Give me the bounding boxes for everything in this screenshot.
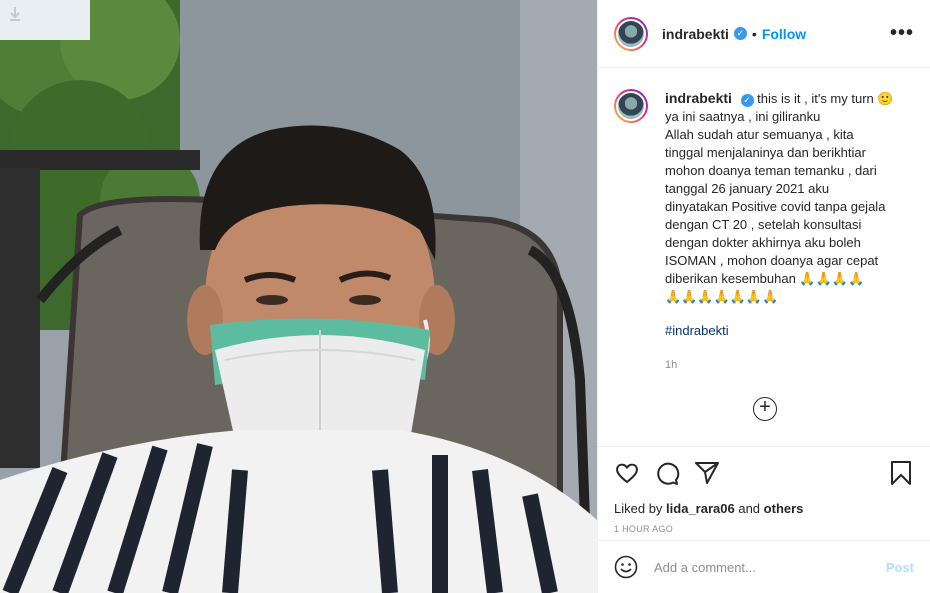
comment-bar: Post [598,540,930,593]
caption-line: tinggal menjalaninya dan berikhtiar [665,145,866,160]
follow-button[interactable]: Follow [762,26,806,42]
hashtag-link[interactable]: #indrabekti [665,322,894,340]
more-options-icon[interactable]: ••• [890,22,914,45]
caption-line: diberikan kesembuhan 🙏🙏🙏🙏 [665,271,865,286]
action-icons-row [614,459,914,487]
actions-section: Liked by lida_rara06 and others 1 HOUR A… [598,446,930,534]
caption-line: Allah sudah atur semuanya , kita [665,127,854,142]
separator-dot: • [751,25,757,42]
paper-plane-icon[interactable] [694,460,720,486]
plus-circle-icon[interactable]: + [753,397,777,421]
caption-line: ya ini saatnya , ini giliranku [665,109,821,124]
author-avatar[interactable] [614,16,648,51]
liked-user-link[interactable]: lida_rara06 [666,501,735,516]
caption-line: dengan dokter akhirnya aku boleh [665,235,861,250]
download-arrow-icon[interactable] [8,6,26,24]
comment-bubble-icon[interactable] [654,460,680,486]
caption-text: indrabekti ✓ this is it , it's my turn 🙂… [665,89,894,374]
caption-line: mohon doanya teman temanku , dari [665,163,877,178]
liked-prefix: Liked by [614,501,663,516]
author-username[interactable]: indrabekti [662,26,729,42]
caption-line: 🙏🙏🙏🙏🙏🙏🙏 [665,289,779,304]
caption-line: this is it , it's my turn 🙂 [757,91,894,106]
smiley-icon[interactable] [614,555,638,579]
liked-others-link[interactable]: others [764,501,804,516]
caption-username[interactable]: indrabekti [665,90,732,106]
post-timestamp[interactable]: 1 HOUR AGO [614,524,914,534]
bookmark-icon[interactable] [888,460,914,486]
caption-line: dinyatakan Positive covid tanpa gejala [665,199,886,214]
caption-author-avatar[interactable] [614,89,648,123]
caption-line: dengan CT 20 , setelah konsultasi [665,217,862,232]
comment-input[interactable] [654,559,886,575]
caption-line: tanggal 26 january 2021 aku [665,181,830,196]
verified-badge-icon: ✓ [740,94,754,107]
caption-line: ISOMAN , mohon doanya agar cepat [665,253,879,268]
liked-and: and [738,501,761,516]
caption-time: 1h [665,359,678,371]
caption-section: indrabekti ✓ this is it , it's my turn 🙂… [598,69,930,445]
heart-icon[interactable] [614,460,640,486]
post-photo[interactable] [0,0,597,593]
liked-by-text: Liked by lida_rara06 and others [614,501,914,516]
post-header: indrabekti ✓ • Follow ••• [598,0,930,68]
verified-badge-icon: ✓ [733,27,747,40]
post-comment-button[interactable]: Post [886,560,914,575]
post-side-panel: indrabekti ✓ • Follow ••• indrabekti ✓ t… [597,0,930,593]
